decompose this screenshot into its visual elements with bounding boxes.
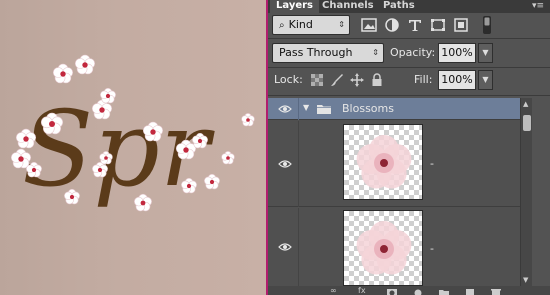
fill-slider-button[interactable]: ▼ [478,70,493,90]
updown-arrow-icon: ⇕ [338,20,345,29]
layer-name[interactable]: - [430,242,434,255]
shape-filter-icon[interactable] [430,18,446,32]
layer-name[interactable]: - [430,157,434,170]
divider [298,208,299,286]
panel-menu-icon[interactable]: ▾≡ [532,1,544,11]
blossom-flower [221,151,235,165]
adjustment-icon[interactable] [412,287,424,295]
visibility-eye-icon[interactable] [278,242,292,252]
tab-layers[interactable]: Layers [270,0,319,13]
blossom-flower [75,54,95,75]
visibility-eye-icon[interactable] [278,104,292,114]
spring-artwork: Spr [10,54,255,212]
blend-mode-value: Pass Through [279,46,353,59]
scroll-down-icon[interactable]: ▼ [523,276,528,284]
layer-row[interactable]: - [268,208,532,286]
delete-icon[interactable] [490,287,502,295]
layer-thumbnail [343,124,423,200]
updown-arrow-icon: ⇕ [372,48,379,57]
new-layer-icon[interactable] [464,287,476,295]
opacity-slider-button[interactable]: ▼ [478,43,493,63]
disclosure-triangle-icon[interactable]: ▼ [303,103,309,112]
layers-list[interactable]: ▼ Blossoms - - [268,98,532,286]
divider [268,67,550,68]
fill-input[interactable]: 100% [438,70,476,90]
layers-panel: Layers Channels Paths ▾≡ ⌕ Kind ⇕ Pass Th… [266,0,550,295]
layer-row-group[interactable]: ▼ Blossoms [268,98,532,120]
lock-move-icon[interactable] [350,73,364,87]
blossom-flower [241,113,255,127]
layer-row[interactable]: - [268,121,532,207]
tab-paths[interactable]: Paths [383,0,415,13]
scroll-thumb[interactable] [523,115,531,131]
tab-channels[interactable]: Channels [322,0,374,13]
smart-object-filter-icon[interactable] [453,18,469,32]
chevron-down-icon: ▼ [482,48,489,57]
divider [298,98,299,120]
add-mask-icon[interactable] [386,287,398,295]
lock-label: Lock: [274,73,303,86]
type-filter-icon[interactable] [407,18,423,32]
filter-kind-dropdown[interactable]: ⌕ Kind ⇕ [272,15,350,35]
opacity-input[interactable]: 100% [438,43,476,63]
visibility-eye-icon[interactable] [278,159,292,169]
blossom-thumbnail-art [356,135,412,189]
new-group-icon[interactable] [438,287,450,295]
lock-paint-icon[interactable] [330,73,344,87]
link-layers-icon[interactable]: ∞ [330,287,342,295]
scroll-up-icon[interactable]: ▲ [523,100,528,108]
blossom-thumbnail-art [356,221,412,275]
search-icon: ⌕ [279,20,285,31]
lock-transparent-icon[interactable] [310,73,324,87]
layers-scrollbar[interactable]: ▲ ▼ [520,98,532,286]
pixel-filter-icon[interactable] [361,18,377,32]
document-canvas[interactable]: Spr [0,0,268,295]
adjustment-filter-icon[interactable] [384,18,400,32]
lock-all-icon[interactable] [370,73,384,87]
blossom-flower [52,63,73,84]
filter-toggle-icon[interactable] [482,15,492,35]
layer-thumbnail [343,210,423,286]
fx-icon[interactable]: fx [358,287,370,295]
fill-label: Fill: [414,73,433,86]
chevron-down-icon: ▼ [482,75,489,84]
panel-bottom-bar: ∞ fx [268,286,550,295]
divider [268,38,550,39]
blend-mode-dropdown[interactable]: Pass Through ⇕ [272,43,384,63]
folder-icon [317,105,331,114]
opacity-label: Opacity: [390,46,436,59]
divider [298,121,299,207]
panel-tab-bar: Layers Channels Paths ▾≡ [268,0,550,13]
filter-kind-label: Kind [288,18,313,31]
divider [268,95,550,96]
layer-name[interactable]: Blossoms [342,102,394,115]
